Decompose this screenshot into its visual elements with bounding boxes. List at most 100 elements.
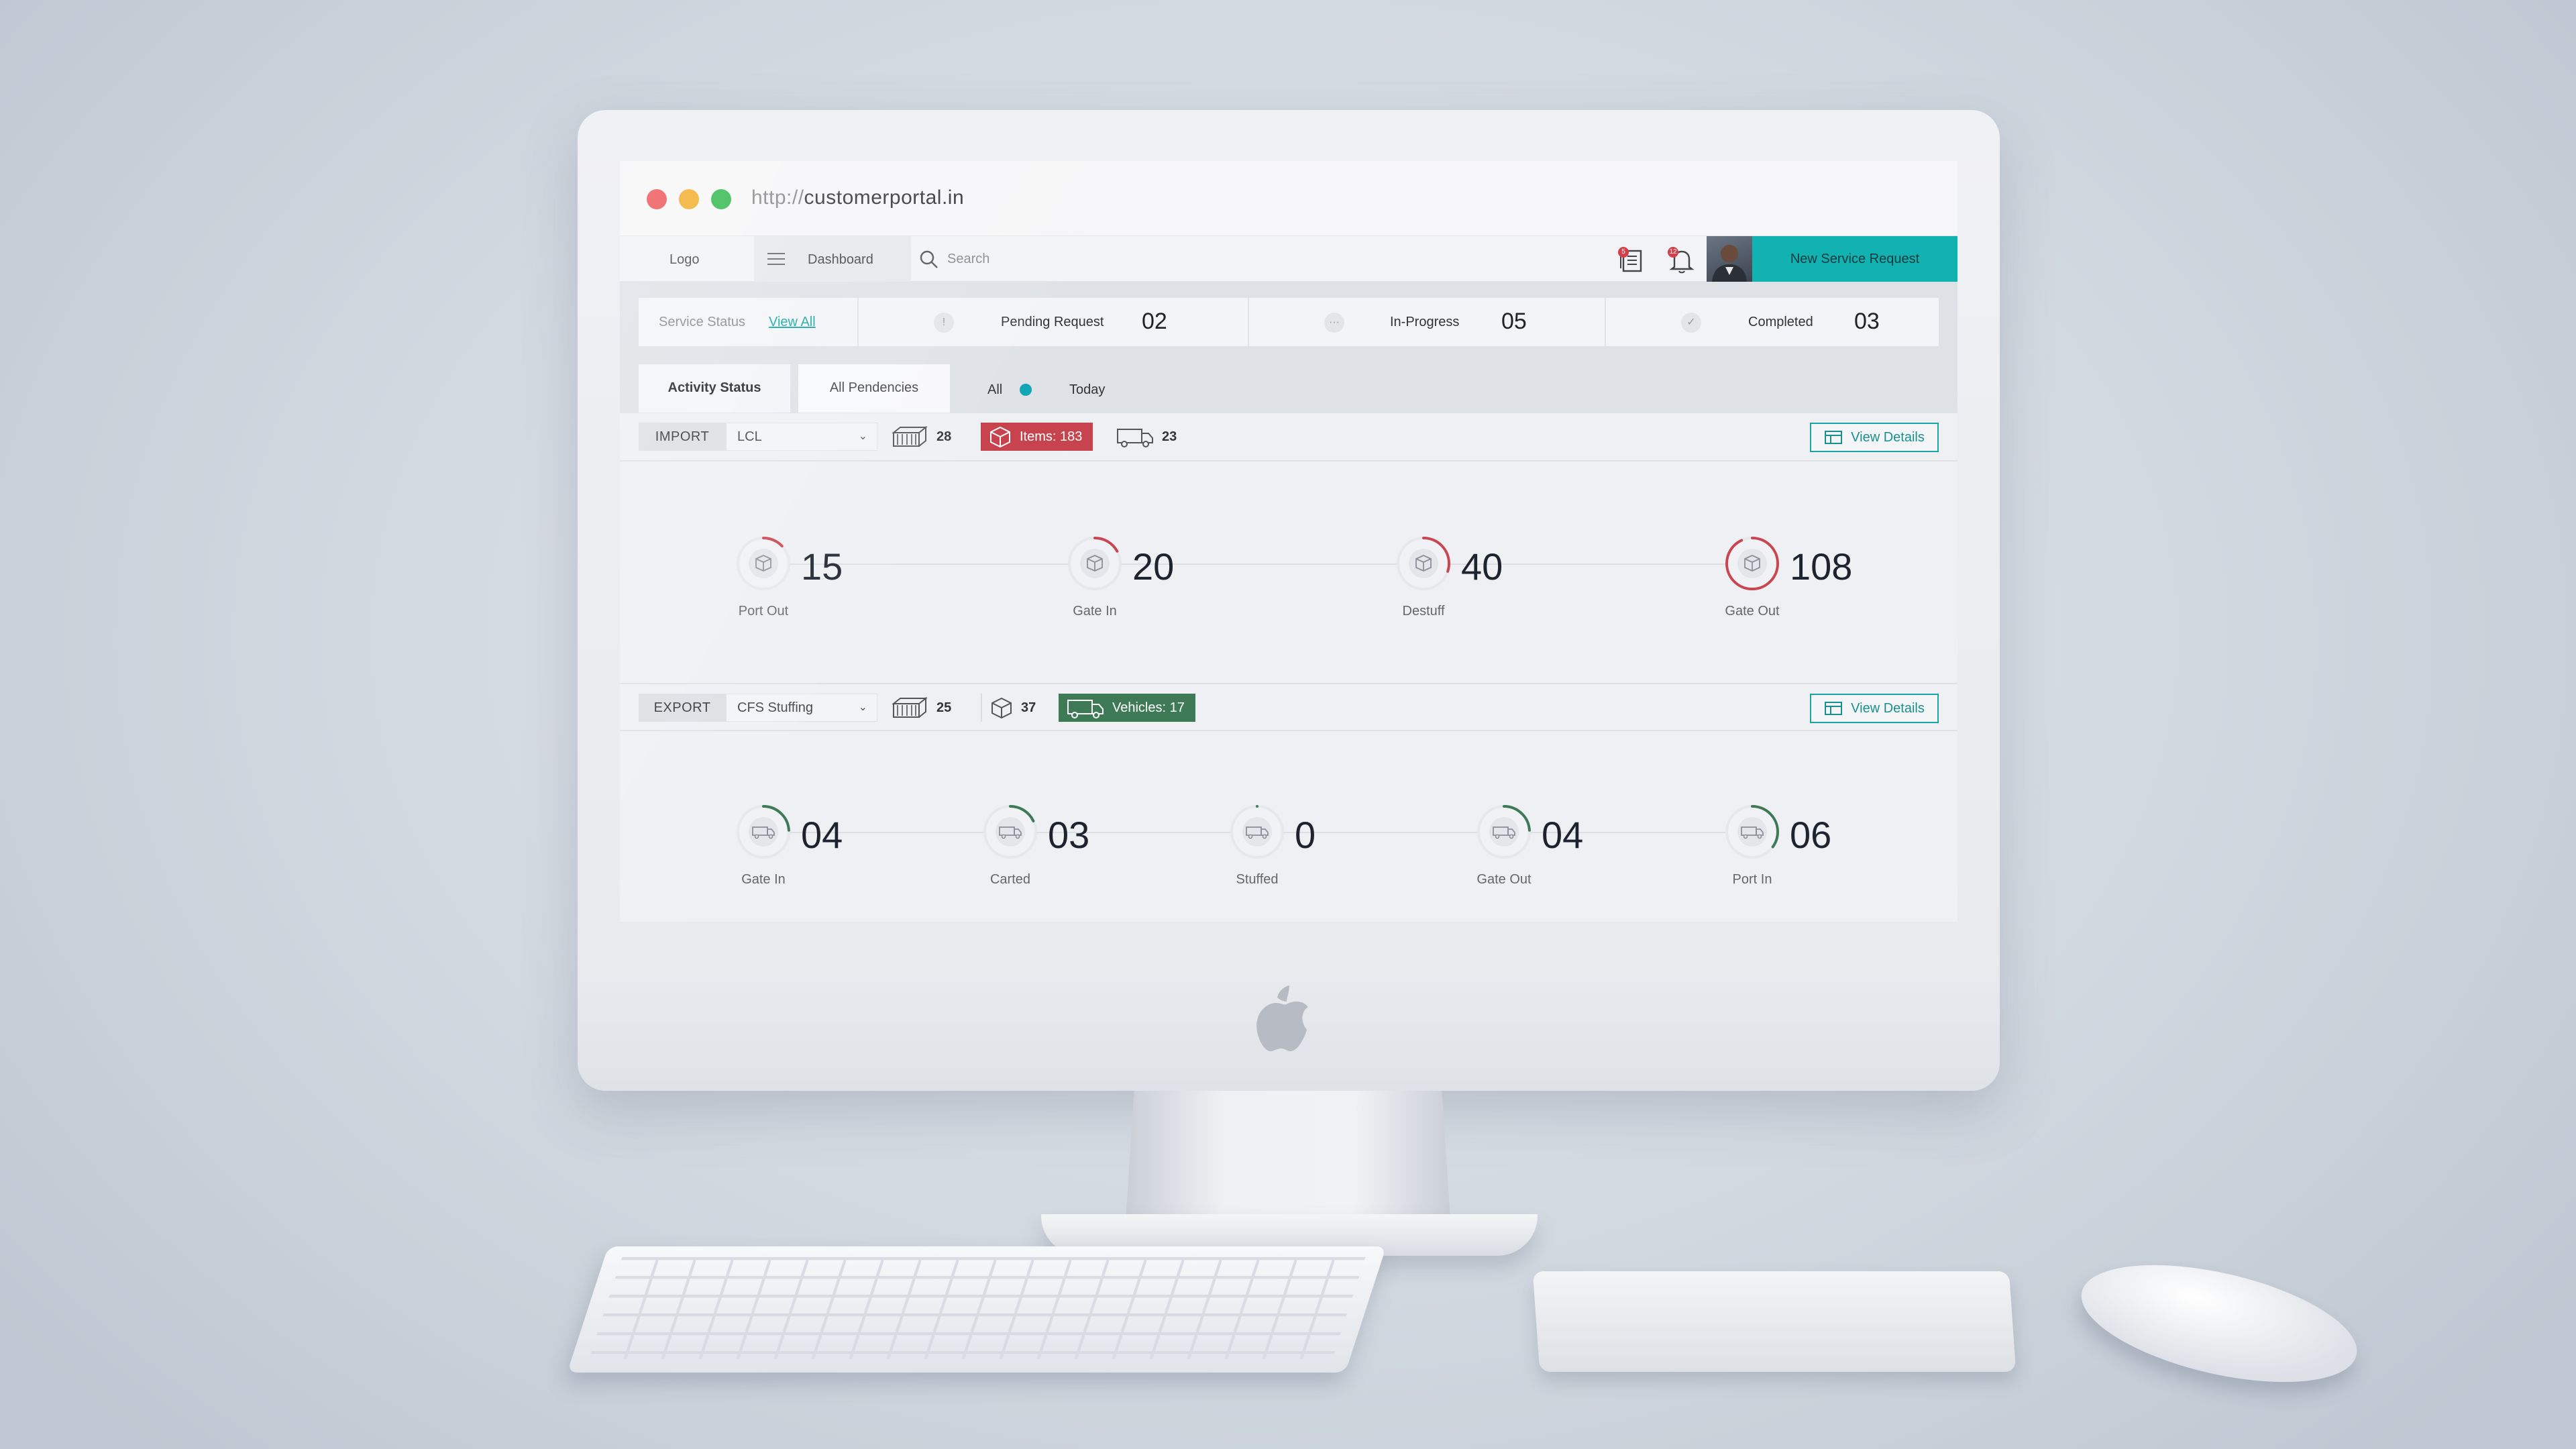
import-progress-ring — [1067, 535, 1123, 592]
export-progress-ring — [1229, 804, 1285, 860]
toggle-knob[interactable] — [1020, 384, 1032, 396]
close-window-button[interactable] — [647, 189, 667, 209]
dashboard-nav-button[interactable]: Dashboard — [754, 236, 911, 282]
import-step-port-out[interactable]: 15 Port Out — [735, 535, 896, 619]
import-type-select[interactable]: LCL ⌄ — [726, 423, 877, 451]
tab-activity-status[interactable]: Activity Status — [639, 364, 790, 413]
export-step-label: Carted — [989, 872, 1031, 887]
requests-badge: 5 — [1618, 247, 1629, 258]
export-vehicles-chip[interactable]: Vehicles: 17 — [1059, 694, 1195, 722]
pending-icon: ! — [934, 313, 954, 333]
export-step-gate-in[interactable]: 04 Gate In — [735, 804, 896, 887]
container-icon — [892, 425, 928, 447]
export-type-value: CFS Stuffing — [737, 700, 814, 715]
in-progress-card[interactable]: ··· In-Progress 05 — [1248, 298, 1605, 346]
toggle-today-label: Today — [1069, 382, 1106, 397]
export-step-carted[interactable]: 03 Carted — [982, 804, 1143, 887]
minimize-window-button[interactable] — [679, 189, 699, 209]
tab-all-pendencies[interactable]: All Pendencies — [798, 364, 950, 413]
address-bar[interactable]: http://customerportal.in — [751, 186, 964, 209]
export-step-value: 0 — [1295, 814, 1316, 856]
import-type-value: LCL — [737, 429, 762, 444]
export-items-chip[interactable]: 37 — [981, 694, 1036, 722]
notifications-badge: 12 — [1668, 247, 1678, 258]
pending-request-card[interactable]: ! Pending Request 02 — [857, 298, 1248, 346]
chevron-down-icon: ⌄ — [858, 431, 867, 442]
import-step-gate-in[interactable]: 20 Gate In — [1067, 535, 1228, 619]
browser-titlebar: http://customerportal.in — [620, 161, 1957, 236]
app-header: Logo Dashboard 5 12 New Service Request — [620, 236, 1957, 282]
import-items-label: Items: 183 — [1020, 429, 1083, 444]
export-view-details-label: View Details — [1851, 700, 1925, 716]
chevron-down-icon: ⌄ — [858, 702, 867, 713]
import-header: IMPORT LCL ⌄ 28 Items: 183 23 View Detail… — [620, 413, 1957, 462]
export-containers-count: 25 — [936, 700, 952, 715]
table-icon — [1825, 702, 1843, 715]
import-step-value: 15 — [801, 545, 843, 588]
pending-request-label: Pending Request — [1001, 315, 1104, 329]
maximize-window-button[interactable] — [711, 189, 731, 209]
export-step-value: 04 — [801, 814, 843, 856]
export-step-label: Stuffed — [1236, 872, 1279, 887]
import-view-details-button[interactable]: View Details — [1810, 423, 1939, 452]
import-steps: 15 Port Out 20 Gate In 40 Destuff 108 Gate Out — [620, 462, 1957, 683]
import-vehicles-chip[interactable]: 23 — [1116, 423, 1177, 451]
box-icon — [749, 549, 778, 578]
box-icon — [1409, 549, 1438, 578]
import-steps-connector — [763, 564, 1752, 565]
export-view-details-button[interactable]: View Details — [1810, 694, 1939, 723]
export-items-count: 37 — [1021, 700, 1036, 715]
export-step-gate-out[interactable]: 04 Gate Out — [1476, 804, 1637, 887]
new-service-request-button[interactable]: New Service Request — [1752, 236, 1957, 282]
user-avatar[interactable] — [1707, 236, 1752, 282]
import-step-destuff[interactable]: 40 Destuff — [1395, 535, 1556, 619]
export-step-label: Gate In — [741, 872, 786, 887]
service-status-label: Service Status — [659, 315, 745, 329]
truck-icon — [749, 817, 778, 847]
trackpad — [1532, 1271, 2017, 1372]
export-step-stuffed[interactable]: 0 Stuffed — [1229, 804, 1390, 887]
export-containers-chip[interactable]: 25 — [891, 694, 951, 722]
notifications-bell-icon[interactable]: 12 — [1666, 246, 1697, 275]
pending-request-value: 02 — [1142, 309, 1167, 334]
keyboard — [567, 1246, 1387, 1373]
export-step-port-in[interactable]: 06 Port In — [1724, 804, 1885, 887]
truck-icon — [1737, 817, 1767, 847]
import-step-label: Gate Out — [1725, 604, 1780, 619]
import-step-value: 20 — [1132, 545, 1175, 588]
import-step-label: Gate In — [1073, 604, 1117, 619]
import-vehicles-count: 23 — [1162, 429, 1177, 444]
import-progress-ring — [1395, 535, 1452, 592]
export-vehicles-label: Vehicles: 17 — [1112, 700, 1185, 715]
truck-icon — [996, 817, 1025, 847]
export-step-label: Port In — [1732, 872, 1772, 887]
table-icon — [1825, 431, 1843, 444]
completed-card[interactable]: ✓ Completed 03 — [1605, 298, 1939, 346]
import-view-details-label: View Details — [1851, 429, 1925, 445]
import-containers-chip[interactable]: 28 — [891, 423, 951, 451]
apple-logo — [1256, 985, 1308, 1051]
import-step-label: Port Out — [738, 604, 789, 619]
export-header: EXPORT CFS Stuffing ⌄ 25 37 Vehicles: 17 … — [620, 683, 1957, 731]
in-progress-label: In-Progress — [1390, 315, 1460, 329]
import-step-value: 40 — [1461, 545, 1503, 588]
app-logo[interactable]: Logo — [669, 252, 700, 268]
export-progress-ring — [1476, 804, 1532, 860]
box-icon — [1080, 549, 1110, 578]
hamburger-menu-icon[interactable] — [767, 253, 785, 265]
toggle-all-label: All — [987, 382, 1003, 397]
search-input[interactable] — [947, 248, 1283, 270]
service-status-strip: Service Status View All ! Pending Reques… — [639, 298, 1939, 346]
completed-label: Completed — [1748, 315, 1813, 329]
import-progress-ring — [1724, 535, 1780, 592]
import-step-gate-out[interactable]: 108 Gate Out — [1724, 535, 1885, 619]
in-progress-icon: ··· — [1324, 313, 1344, 333]
view-all-link[interactable]: View All — [769, 315, 816, 330]
in-progress-value: 05 — [1501, 309, 1527, 334]
box-icon — [990, 426, 1010, 448]
requests-icon[interactable]: 5 — [1615, 246, 1648, 275]
import-items-chip[interactable]: Items: 183 — [981, 423, 1093, 451]
box-icon — [1737, 549, 1767, 578]
export-type-select[interactable]: CFS Stuffing ⌄ — [726, 694, 877, 722]
url-scheme: http:// — [751, 186, 804, 209]
